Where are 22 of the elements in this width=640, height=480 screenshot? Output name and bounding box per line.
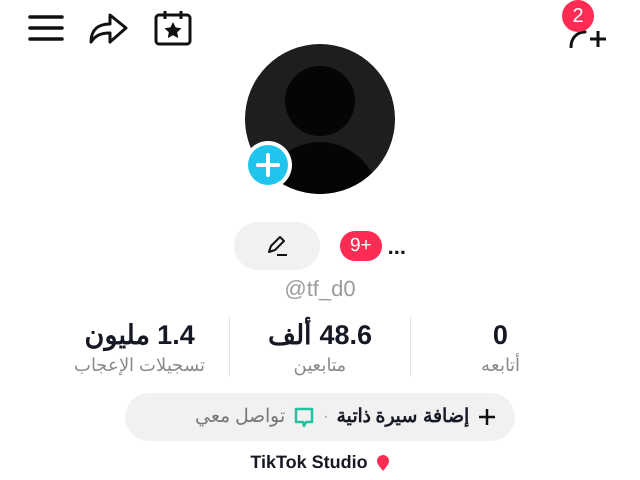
notification-badge: 2 bbox=[562, 0, 594, 32]
stat-label: تسجيلات الإعجاب bbox=[74, 354, 206, 377]
stat-value: 0 bbox=[492, 319, 508, 352]
plus-icon bbox=[477, 407, 497, 427]
add-bio-text: إضافة سيرة ذاتية bbox=[336, 404, 469, 429]
bio-bar[interactable]: إضافة سيرة ذاتية · تواصل معي bbox=[125, 393, 515, 441]
username: @tf_d0 bbox=[284, 275, 356, 303]
contact-text: تواصل معي bbox=[194, 404, 286, 429]
menu-icon[interactable] bbox=[28, 14, 64, 42]
separator: · bbox=[323, 407, 328, 427]
pin-icon bbox=[376, 454, 390, 472]
chat-icon bbox=[293, 406, 316, 428]
profile-name: ... bbox=[388, 232, 406, 260]
stat-label: أتابعه bbox=[480, 353, 520, 377]
notification-badge: 9+ bbox=[340, 231, 382, 261]
edit-profile-button[interactable] bbox=[234, 222, 320, 270]
stat-label: متابعين bbox=[294, 354, 347, 377]
stat-value: 48.6 ألف bbox=[268, 317, 372, 353]
add-friend-icon[interactable] bbox=[568, 28, 608, 48]
stat-value: 1.4 مليون bbox=[84, 319, 195, 353]
calendar-star-icon[interactable] bbox=[154, 10, 192, 46]
studio-link[interactable]: TikTok Studio bbox=[250, 449, 368, 476]
